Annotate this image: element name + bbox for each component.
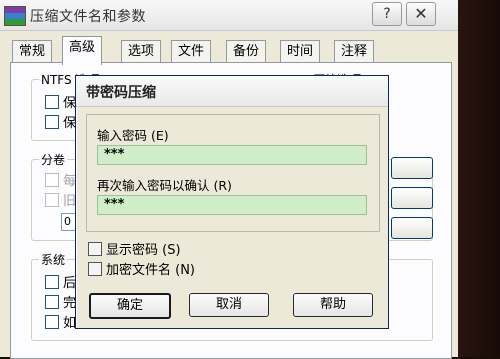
side-button-2[interactable] xyxy=(391,187,433,209)
close-button[interactable]: ✕ xyxy=(406,2,436,26)
dialog-title: 带密码压缩 xyxy=(86,85,156,101)
ntfs-checkbox-2[interactable] xyxy=(45,115,59,129)
confirm-password-input[interactable]: *** xyxy=(97,195,367,215)
help-dialog-button[interactable]: 帮助 xyxy=(293,293,373,317)
confirm-password-label: 再次输入密码以确认 (R) xyxy=(97,178,232,193)
tab-general[interactable]: 常规 xyxy=(12,40,53,63)
winrar-icon xyxy=(4,6,26,26)
system-group-label: 系统 xyxy=(39,251,68,268)
show-password-checkbox[interactable] xyxy=(88,242,102,256)
system-checkbox-1[interactable] xyxy=(45,275,59,289)
tab-files[interactable]: 文件 xyxy=(171,40,212,63)
tab-backup[interactable]: 备份 xyxy=(226,40,267,63)
password-dialog: 带密码压缩 输入密码 (E) *** 再次输入密码以确认 (R) *** 显示密… xyxy=(75,75,389,329)
volumes-checkbox-1[interactable] xyxy=(45,173,59,187)
side-button-3[interactable] xyxy=(391,217,433,239)
password-group: 输入密码 (E) *** 再次输入密码以确认 (R) *** xyxy=(86,114,380,232)
dialog-titlebar: 带密码压缩 xyxy=(76,76,388,107)
cancel-button[interactable]: 取消 xyxy=(189,293,269,317)
window-titlebar: 压缩文件名和参数 ? ✕ xyxy=(0,0,458,31)
encrypt-filenames-checkbox[interactable] xyxy=(88,262,102,276)
help-button[interactable]: ? xyxy=(372,2,402,26)
side-button-1[interactable] xyxy=(391,157,433,179)
show-password-label: 显示密码 (S) xyxy=(106,243,181,258)
system-checkbox-3[interactable] xyxy=(45,315,59,329)
ntfs-checkbox-1[interactable] xyxy=(45,95,59,109)
system-checkbox-2[interactable] xyxy=(45,295,59,309)
background-desktop xyxy=(455,0,500,357)
volumes-group-label: 分卷 xyxy=(39,151,68,168)
tab-advanced[interactable]: 高级 xyxy=(62,36,103,65)
volumes-checkbox-2[interactable] xyxy=(45,193,59,207)
ok-button[interactable]: 确定 xyxy=(89,293,171,319)
tab-time[interactable]: 时间 xyxy=(280,40,321,63)
tab-options[interactable]: 选项 xyxy=(121,40,162,63)
tab-comment[interactable]: 注释 xyxy=(334,40,375,63)
window-title: 压缩文件名和参数 xyxy=(30,9,146,25)
encrypt-filenames-label: 加密文件名 (N) xyxy=(106,263,196,278)
password-label: 输入密码 (E) xyxy=(97,128,169,143)
password-input[interactable]: *** xyxy=(97,145,367,165)
